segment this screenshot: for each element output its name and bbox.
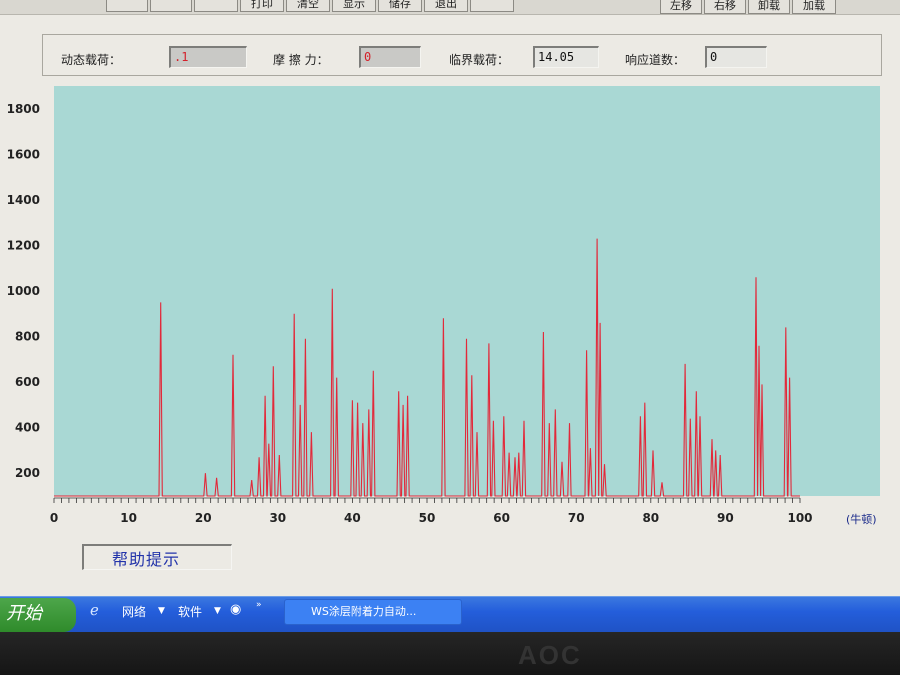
monitor-bezel bbox=[0, 632, 900, 675]
network-dropdown-icon[interactable]: ▼ bbox=[158, 606, 165, 616]
dynamic-load-field[interactable]: .1 bbox=[169, 46, 247, 68]
y-tick-label: 800 bbox=[15, 330, 40, 344]
x-tick-label: 80 bbox=[642, 511, 659, 525]
application-window: 打印 清空 显示 储存 退出 左移 右移 卸载 加载 动态载荷： .1 摩 擦 … bbox=[0, 0, 900, 640]
x-tick-label: 0 bbox=[50, 511, 58, 525]
toolbar-button-3[interactable] bbox=[194, 0, 238, 12]
friction-label: 摩 擦 力： bbox=[273, 53, 329, 67]
toolbar: 打印 清空 显示 储存 退出 左移 右移 卸载 加载 bbox=[0, 0, 900, 15]
network-link[interactable]: 网络 bbox=[122, 603, 146, 620]
software-link[interactable]: 软件 bbox=[178, 603, 202, 620]
critical-load-label: 临界载荷： bbox=[449, 53, 510, 67]
friction-field[interactable]: 0 bbox=[359, 46, 421, 68]
x-tick-label: 50 bbox=[419, 511, 436, 525]
taskbar-window-item[interactable]: WS涂层附着力自动... bbox=[284, 599, 462, 625]
move-left-button[interactable]: 左移 bbox=[660, 0, 702, 14]
y-tick-label: 200 bbox=[15, 466, 40, 480]
display-button[interactable]: 储存 bbox=[378, 0, 422, 12]
readout-panel: 动态载荷： .1 摩 擦 力： 0 临界载荷： 14.05 响应道数： 0 bbox=[42, 34, 882, 76]
y-tick-label: 1000 bbox=[7, 284, 40, 298]
more-icon[interactable]: » bbox=[256, 600, 262, 610]
y-tick-label: 1600 bbox=[7, 147, 40, 161]
app-icon[interactable]: ◉ bbox=[230, 602, 241, 617]
x-tick-label: 30 bbox=[269, 511, 286, 525]
toolbar-button-4[interactable]: 打印 bbox=[240, 0, 284, 12]
load-button[interactable]: 加载 bbox=[792, 0, 836, 14]
toolbar-button-1[interactable] bbox=[106, 0, 148, 12]
y-tick-label: 1400 bbox=[7, 193, 40, 207]
x-tick-label: 20 bbox=[195, 511, 212, 525]
x-tick-label: 10 bbox=[120, 511, 137, 525]
x-tick-label: 40 bbox=[344, 511, 361, 525]
ie-icon[interactable]: ℯ bbox=[90, 601, 99, 619]
help-label: 帮助提示 bbox=[112, 550, 181, 569]
x-unit-label: (牛顿) bbox=[846, 512, 877, 526]
response-channels-label: 响应道数： bbox=[625, 53, 686, 67]
move-right-button[interactable]: 右移 bbox=[704, 0, 746, 14]
y-tick-label: 400 bbox=[15, 421, 40, 435]
exit-button[interactable] bbox=[470, 0, 514, 12]
monitor-brand-logo: AOC bbox=[518, 640, 582, 670]
start-button[interactable]: 开始 bbox=[0, 598, 76, 632]
save-button[interactable]: 退出 bbox=[424, 0, 468, 12]
load-response-chart: 200 400 600 800 1000 1200 1400 1600 1800 0 10 20 30… bbox=[7, 86, 880, 526]
software-dropdown-icon[interactable]: ▼ bbox=[214, 606, 221, 616]
x-tick-label: 90 bbox=[717, 511, 734, 525]
response-channels-field[interactable]: 0 bbox=[705, 46, 767, 68]
x-tick-label: 60 bbox=[493, 511, 510, 525]
critical-load-field[interactable]: 14.05 bbox=[533, 46, 599, 68]
y-tick-label: 1200 bbox=[7, 238, 40, 252]
clear-button[interactable]: 显示 bbox=[332, 0, 376, 12]
print-button[interactable]: 清空 bbox=[286, 0, 330, 12]
x-tick-label: 100 bbox=[787, 511, 812, 525]
y-tick-label: 1800 bbox=[7, 102, 40, 116]
dynamic-load-label: 动态载荷： bbox=[61, 53, 122, 67]
unload-button[interactable]: 卸载 bbox=[748, 0, 790, 14]
y-tick-label: 600 bbox=[15, 375, 40, 389]
toolbar-button-2[interactable] bbox=[150, 0, 192, 12]
x-tick-label: 70 bbox=[568, 511, 585, 525]
